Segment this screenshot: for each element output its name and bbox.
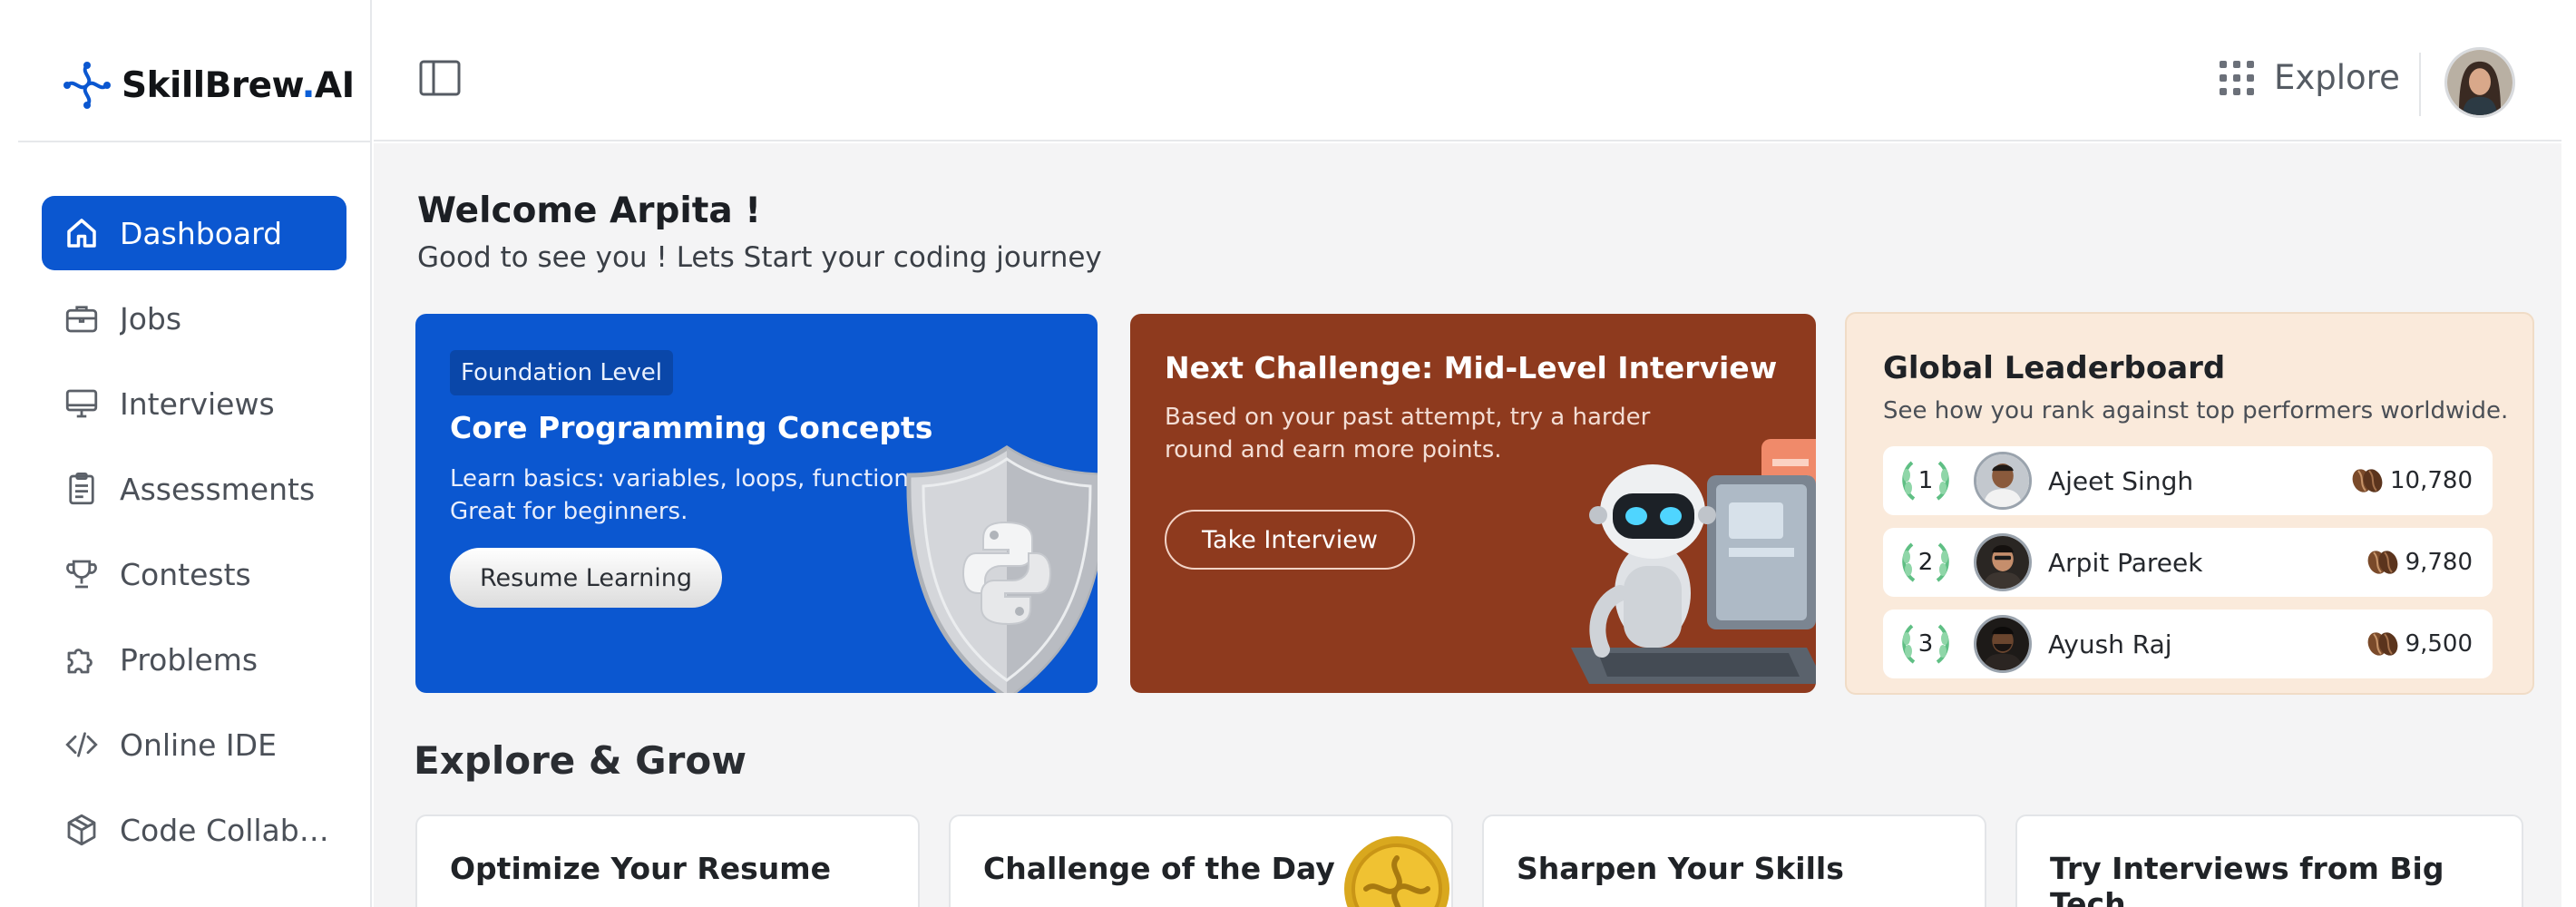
clipboard-icon [62,469,102,509]
grid-icon [2220,60,2254,95]
sidebar-item-label: Interviews [120,385,275,422]
rank-badge: 3 [1898,620,1954,668]
points-value: 9,780 [2405,549,2473,576]
explore-card-skills[interactable]: Sharpen Your Skills [1482,814,1986,907]
explore-card-title: Try Interviews from Big Tech [2050,851,2444,907]
avatar [1974,615,2032,673]
sidebar-item-dashboard[interactable]: Dashboard [42,196,346,270]
sidebar-item-contests[interactable]: Contests [42,537,346,611]
puzzle-icon [62,639,102,679]
leaderboard-row[interactable]: 1 Ajeet Singh 10,780 [1883,446,2493,515]
course-description: Learn basics: variables, loops, function… [450,463,929,528]
top-bar: Explore [374,0,2561,141]
explore-card-resume[interactable]: Optimize Your Resume [415,814,920,907]
sidebar-item-problems[interactable]: Problems [42,622,346,697]
sidebar-toggle-icon[interactable] [419,60,461,96]
course-desc-line: Great for beginners. [450,498,688,525]
sidebar-item-label: Contests [120,556,251,592]
leaderboard-title: Global Leaderboard [1883,350,2226,386]
challenge-title: Next Challenge: Mid-Level Interview [1165,350,1778,385]
code-icon [62,725,102,765]
divider [2419,53,2421,116]
welcome-title: Welcome Arpita ! [417,190,762,231]
sidebar-item-label: Problems [120,641,259,678]
player-points: 10,780 [2350,467,2473,494]
level-badge: Foundation Level [450,350,674,395]
points-value: 9,500 [2405,630,2473,658]
course-title: Core Programming Concepts [450,410,933,445]
sidebar-item-interviews[interactable]: Interviews [42,366,346,441]
leaderboard-row[interactable]: 3 Ayush Raj 9,500 [1883,610,2493,678]
explore-card-big-tech[interactable]: Try Interviews from Big Tech [2015,814,2523,907]
leaderboard-row[interactable]: 2 Arpit Pareek 9,780 [1883,528,2493,597]
trophy-icon [62,554,102,594]
rank-number: 3 [1917,630,1934,658]
player-name: Arpit Pareek [2048,547,2203,578]
course-card[interactable]: Foundation Level Core Programming Concep… [415,314,1098,693]
rank-badge: 1 [1898,457,1954,504]
logo-text: SkillBrew.AI [122,64,355,106]
avatar [1974,533,2032,591]
divider [18,141,372,142]
logo[interactable]: SkillBrew.AI [60,56,355,114]
points-value: 10,780 [2390,467,2473,494]
explore-card-title: Optimize Your Resume [450,851,832,886]
briefcase-icon [62,298,102,338]
player-name: Ajeet Singh [2048,465,2194,496]
rank-number: 2 [1917,549,1934,576]
explore-button[interactable]: Explore [2220,58,2400,97]
coin-icon [1344,836,1449,907]
leaderboard-card: Global Leaderboard See how you rank agai… [1845,312,2534,695]
rank-number: 1 [1917,467,1934,494]
player-points: 9,500 [2366,630,2473,658]
explore-label: Explore [2274,58,2400,97]
sidebar: SkillBrew.AI Dashboard Jobs Interviews A… [0,0,372,907]
coffee-bean-icon [2367,551,2397,574]
python-shield-icon [906,444,1098,693]
player-name: Ayush Raj [2048,629,2172,659]
robot-illustration-icon [1571,439,1816,684]
sidebar-item-assessments[interactable]: Assessments [42,452,346,526]
sidebar-item-jobs[interactable]: Jobs [42,281,346,356]
sidebar-nav: Dashboard Jobs Interviews Assessments Co… [42,196,346,878]
sidebar-item-label: Code Collabora... [120,812,346,848]
home-icon [62,213,102,253]
take-interview-button[interactable]: Take Interview [1165,510,1415,570]
explore-card-title: Sharpen Your Skills [1517,851,1844,886]
monitor-icon [62,384,102,424]
main-content: Welcome Arpita ! Good to see you ! Lets … [374,143,2561,907]
player-points: 9,780 [2366,549,2473,576]
resume-learning-button[interactable]: Resume Learning [450,548,722,608]
welcome-subtitle: Good to see you ! Lets Start your coding… [417,241,1102,274]
skillbrew-logo-icon [63,62,111,109]
sidebar-item-label: Online IDE [120,727,277,763]
rank-badge: 2 [1898,539,1954,586]
user-avatar[interactable] [2444,47,2515,118]
cube-icon [62,810,102,850]
coffee-bean-icon [2352,469,2383,493]
section-title: Explore & Grow [414,738,747,783]
challenge-desc-line: Based on your past attempt, try a harder [1165,404,1651,431]
leaderboard-subtitle: See how you rank against top performers … [1883,397,2509,424]
challenge-card[interactable]: Next Challenge: Mid-Level Interview Base… [1130,314,1816,693]
sidebar-item-label: Assessments [120,471,316,507]
coffee-bean-icon [2367,632,2397,656]
explore-card-challenge[interactable]: Challenge of the Day [949,814,1453,907]
sidebar-item-code-collaboration[interactable]: Code Collabora... [42,793,346,867]
sidebar-item-label: Jobs [120,300,182,336]
explore-card-title: Challenge of the Day [983,851,1335,886]
sidebar-item-online-ide[interactable]: Online IDE [42,707,346,782]
course-desc-line: Learn basics: variables, loops, function… [450,465,929,493]
avatar [1974,452,2032,510]
sidebar-item-label: Dashboard [120,215,283,251]
